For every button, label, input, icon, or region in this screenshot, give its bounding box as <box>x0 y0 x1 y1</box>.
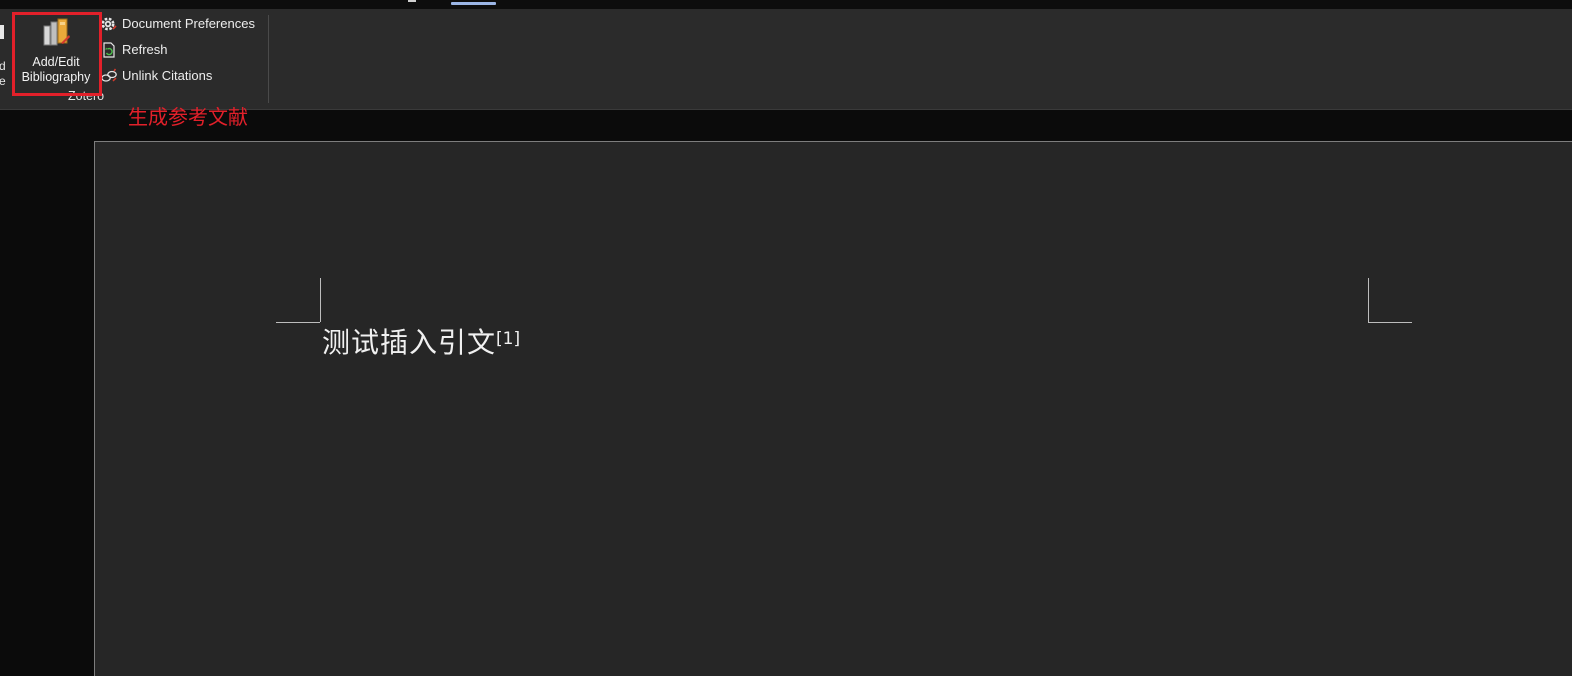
annotation-label: 生成参考文献 <box>128 105 248 129</box>
highlight-box <box>12 12 102 96</box>
title-tab-strip <box>0 0 1572 9</box>
margin-corner-top-left-v <box>320 278 321 322</box>
refresh-label: Refresh <box>122 42 168 57</box>
button-label-line2: e <box>0 74 6 88</box>
button-label-line1: d <box>0 59 6 73</box>
unlink-icon <box>101 68 117 82</box>
document-canvas: 测试插入引文[1] <box>0 110 1572 676</box>
body-text: 测试插入引文 <box>322 326 497 359</box>
citation-icon <box>0 25 4 39</box>
unlink-citations-button[interactable]: Unlink Citations <box>100 65 212 87</box>
ribbon: d e Add/Edit Bibliography Document Prefe… <box>0 9 1572 110</box>
tab-marker <box>408 0 416 2</box>
unlink-citations-label: Unlink Citations <box>122 68 213 83</box>
margin-corner-top-right-h <box>1368 322 1412 323</box>
word-window: d e Add/Edit Bibliography Document Prefe… <box>0 0 1572 676</box>
refresh-button[interactable]: Refresh <box>100 39 168 61</box>
margin-corner-top-left-h <box>276 322 320 323</box>
citation-marker[interactable]: [1] <box>496 329 520 349</box>
refresh-icon <box>103 42 115 58</box>
insert-citation-button-partial[interactable]: d e <box>0 21 10 91</box>
group-divider <box>268 15 269 103</box>
document-preferences-button[interactable]: Document Preferences <box>100 13 255 35</box>
active-tab-indicator[interactable] <box>451 2 496 5</box>
document-preferences-label: Document Preferences <box>122 16 255 31</box>
gear-icon <box>101 17 117 31</box>
document-page[interactable]: 测试插入引文[1] <box>94 141 1572 676</box>
document-paragraph[interactable]: 测试插入引文[1] <box>322 325 520 361</box>
margin-corner-top-right-v <box>1368 278 1369 322</box>
